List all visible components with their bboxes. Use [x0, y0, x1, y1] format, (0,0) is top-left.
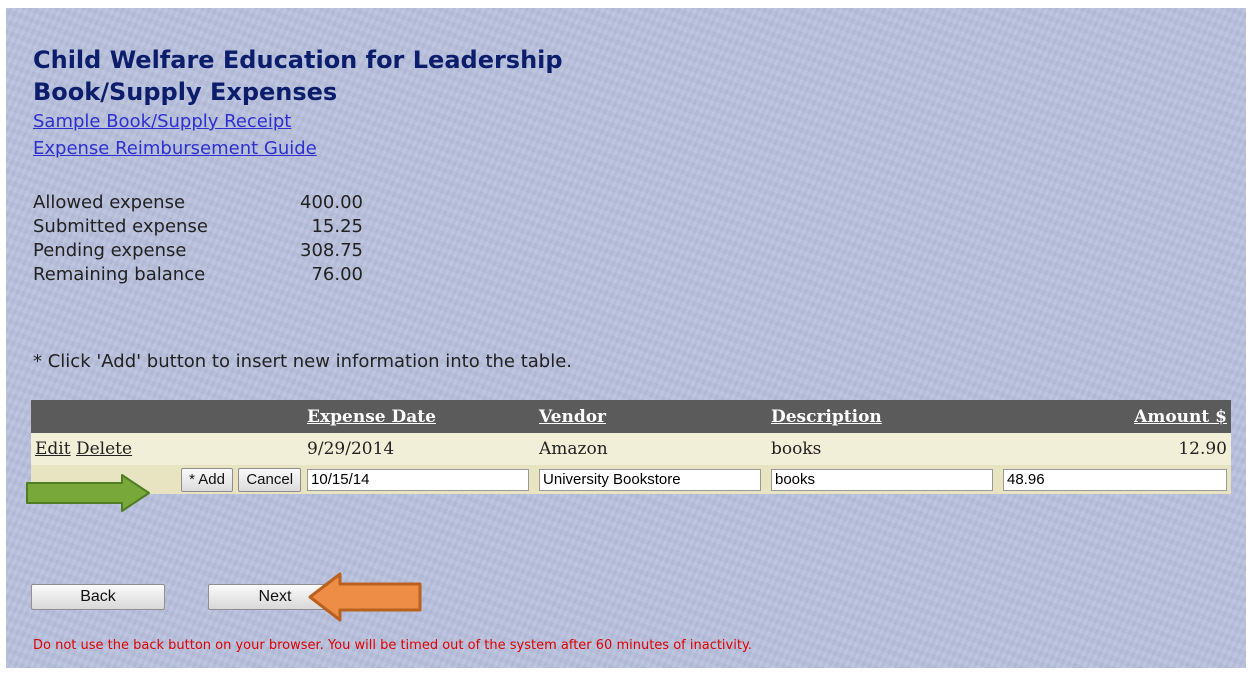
expense-date-input[interactable] — [307, 468, 530, 491]
summary-label: Remaining balance — [33, 264, 206, 285]
orange-left-arrow-icon — [308, 572, 422, 622]
summary-value: 76.00 — [311, 264, 363, 285]
sample-receipt-link[interactable]: Sample Book/Supply Receipt — [33, 111, 291, 133]
description-cell: books — [766, 433, 999, 465]
page-subtitle: Book/Supply Expenses — [33, 78, 338, 106]
back-button[interactable]: Back — [31, 584, 165, 610]
new-amount-cell — [999, 465, 1231, 494]
expense-date-header[interactable]: Expense Date — [303, 400, 536, 433]
table-row: Edit Delete 9/29/2014 Amazon books 12.90 — [31, 433, 1231, 465]
edit-link[interactable]: Edit — [35, 439, 71, 459]
new-vendor-cell — [535, 465, 767, 494]
amount-header[interactable]: Amount $ — [999, 400, 1231, 433]
summary-value: 15.25 — [311, 216, 363, 237]
summary-label: Submitted expense — [33, 216, 208, 237]
allowed-expense-row: Allowed expense 400.00 — [33, 191, 363, 215]
vendor-cell: Amazon — [535, 433, 767, 465]
green-right-arrow-icon — [26, 474, 150, 512]
row-actions-cell: Edit Delete — [31, 433, 304, 465]
actions-header — [31, 400, 304, 433]
new-entry-row: * Add Cancel — [31, 465, 1231, 494]
page-title: Child Welfare Education for Leadership — [33, 46, 563, 74]
expense-date-cell: 9/29/2014 — [303, 433, 536, 465]
table-header-row: Expense Date Vendor Description Amount $ — [31, 400, 1231, 433]
add-button[interactable]: * Add — [181, 467, 233, 492]
summary-value: 308.75 — [300, 240, 363, 261]
amount-cell: 12.90 — [999, 433, 1231, 465]
description-input[interactable] — [770, 468, 993, 491]
instruction-note: * Click 'Add' button to insert new infor… — [33, 351, 573, 372]
description-header[interactable]: Description — [766, 400, 999, 433]
remaining-balance-row: Remaining balance 76.00 — [33, 263, 363, 287]
submitted-expense-row: Submitted expense 15.25 — [33, 215, 363, 239]
timeout-warning: Do not use the back button on your brows… — [33, 638, 752, 653]
new-description-cell — [766, 465, 999, 494]
delete-link[interactable]: Delete — [76, 439, 132, 459]
summary-label: Pending expense — [33, 240, 187, 261]
vendor-header[interactable]: Vendor — [535, 400, 767, 433]
page-background: Child Welfare Education for Leadership B… — [6, 8, 1246, 668]
new-date-cell — [303, 465, 536, 494]
summary-label: Allowed expense — [33, 192, 186, 213]
summary-value: 400.00 — [300, 192, 363, 213]
expense-summary: Allowed expense 400.00 Submitted expense… — [33, 191, 363, 287]
pending-expense-row: Pending expense 308.75 — [33, 239, 363, 263]
expense-table: Expense Date Vendor Description Amount $… — [31, 400, 1231, 494]
amount-input[interactable] — [1003, 468, 1227, 491]
reimbursement-guide-link[interactable]: Expense Reimbursement Guide — [33, 138, 317, 160]
cancel-button[interactable]: Cancel — [238, 467, 302, 492]
vendor-input[interactable] — [539, 468, 762, 491]
